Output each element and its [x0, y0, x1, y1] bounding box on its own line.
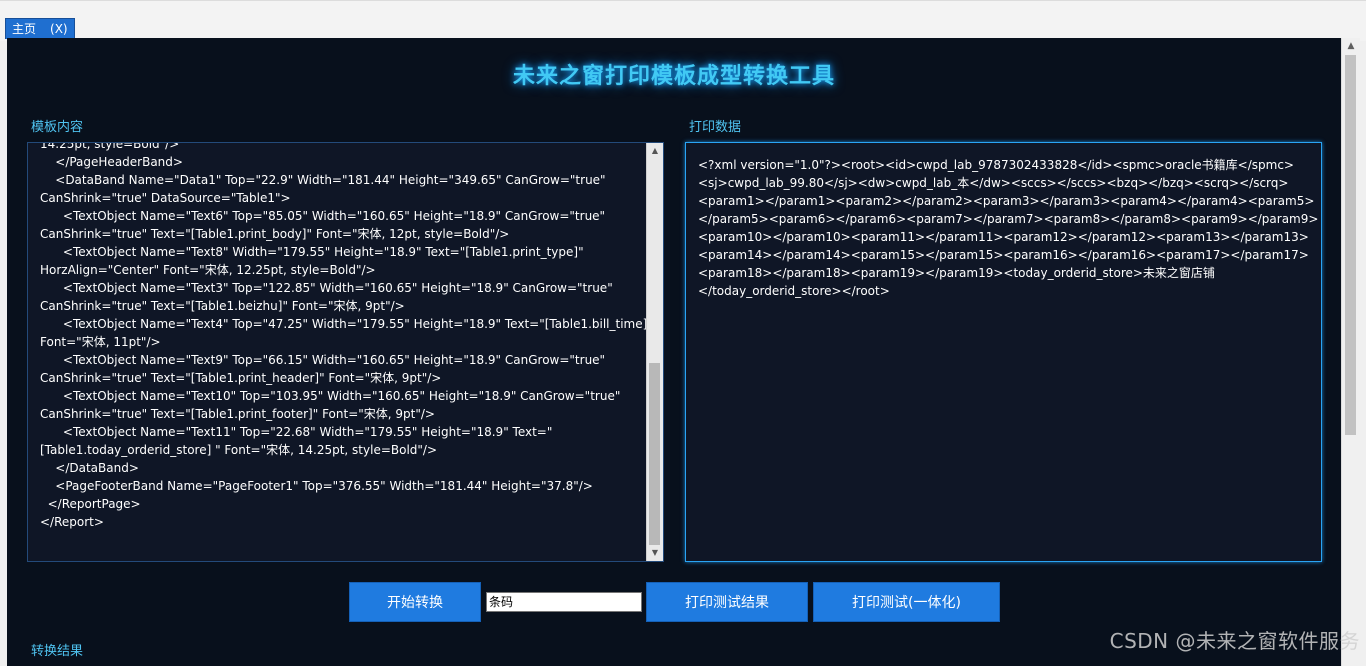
template-content-text: 14.25pt, style=Bold"/> </PageHeaderBand>… — [40, 142, 653, 531]
template-line: </ReportPage> — [40, 497, 141, 511]
data-line: </param5><param6></param6><param7></para… — [698, 212, 1319, 226]
window-scroll-thumb[interactable] — [1345, 55, 1356, 435]
template-line: </PageHeaderBand> — [40, 155, 183, 169]
template-line: CanShrink="true" Text="[Table1.print_foo… — [40, 407, 435, 421]
template-line: CanShrink="true" Text="[Table1.print_bod… — [40, 227, 510, 241]
window-scroll-up-icon[interactable]: ▲ — [1342, 38, 1360, 55]
barcode-input[interactable]: 条码 — [486, 592, 642, 612]
csdn-watermark: CSDN @未来之窗软件服务 — [1109, 629, 1360, 653]
scroll-down-icon[interactable]: ▼ — [647, 545, 663, 561]
print-test-integrated-button[interactable]: 打印测试(一体化) — [813, 582, 1000, 622]
template-line: <TextObject Name="Text11" Top="22.68" Wi… — [40, 425, 553, 439]
tab-home[interactable]: 主页 (X) — [5, 18, 75, 39]
template-line: [Table1.today_orderid_store] " Font="宋体,… — [40, 443, 438, 457]
start-convert-button[interactable]: 开始转换 — [349, 582, 481, 622]
template-line: </DataBand> — [40, 461, 139, 475]
data-line: </today_orderid_store></root> — [698, 284, 890, 298]
print-test-result-button[interactable]: 打印测试结果 — [646, 582, 808, 622]
data-line: <param18></param18><param19></param19><t… — [698, 266, 1215, 280]
template-line: <DataBand Name="Data1" Top="22.9" Width=… — [40, 173, 606, 187]
data-line: <sj>cwpd_lab_99.80</sj><dw>cwpd_lab_本</d… — [698, 176, 1289, 190]
tab-home-label: 主页 — [12, 22, 37, 36]
template-line: <PageFooterBand Name="PageFooter1" Top="… — [40, 479, 593, 493]
template-content-label: 模板内容 — [31, 120, 84, 135]
data-line: <?xml version="1.0"?><root><id>cwpd_lab_… — [698, 158, 1294, 172]
template-content-textarea[interactable]: 14.25pt, style=Bold"/> </PageHeaderBand>… — [27, 142, 664, 562]
scroll-thumb[interactable] — [649, 363, 660, 545]
data-line: <param10></param10><param11></param11><p… — [698, 230, 1309, 244]
template-scrollbar[interactable]: ▲ ▼ — [646, 143, 663, 561]
template-line: CanShrink="true" DataSource="Table1"> — [40, 191, 291, 205]
template-line: 14.25pt, style=Bold"/> — [40, 142, 180, 151]
template-line: Font="宋体, 11pt"/> — [40, 335, 161, 349]
print-data-text: <?xml version="1.0"?><root><id>cwpd_lab_… — [698, 156, 1319, 300]
template-line: <TextObject Name="Text9" Top="66.15" Wid… — [40, 353, 606, 367]
conversion-result-label: 转换结果 — [31, 644, 84, 659]
main-area: 未来之窗打印模板成型转换工具 模板内容 打印数据 14.25pt, style=… — [7, 38, 1341, 666]
data-line: <param1></param1><param2></param2><param… — [698, 194, 1315, 208]
template-line: CanShrink="true" Text="[Table1.print_hea… — [40, 371, 442, 385]
tab-bar: 主页 (X) — [0, 0, 1366, 41]
data-line: <param14></param14><param15></param15><p… — [698, 248, 1309, 262]
window-scrollbar[interactable]: ▲ — [1341, 38, 1360, 666]
print-data-textarea[interactable]: <?xml version="1.0"?><root><id>cwpd_lab_… — [685, 142, 1322, 562]
tab-close-button[interactable]: (X) — [50, 22, 68, 36]
scroll-up-icon[interactable]: ▲ — [647, 143, 663, 159]
print-data-label: 打印数据 — [689, 120, 742, 135]
template-line: CanShrink="true" Text="[Table1.beizhu]" … — [40, 299, 405, 313]
template-line: <TextObject Name="Text4" Top="47.25" Wid… — [40, 317, 653, 331]
page-title: 未来之窗打印模板成型转换工具 — [512, 64, 835, 89]
template-line: <TextObject Name="Text3" Top="122.85" Wi… — [40, 281, 613, 295]
template-line: </Report> — [40, 515, 104, 529]
template-line: HorzAlign="Center" Font="宋体, 12.25pt, st… — [40, 263, 376, 277]
template-line: <TextObject Name="Text10" Top="103.95" W… — [40, 389, 621, 403]
template-line: <TextObject Name="Text8" Width="179.55" … — [40, 245, 584, 259]
template-line: <TextObject Name="Text6" Top="85.05" Wid… — [40, 209, 606, 223]
